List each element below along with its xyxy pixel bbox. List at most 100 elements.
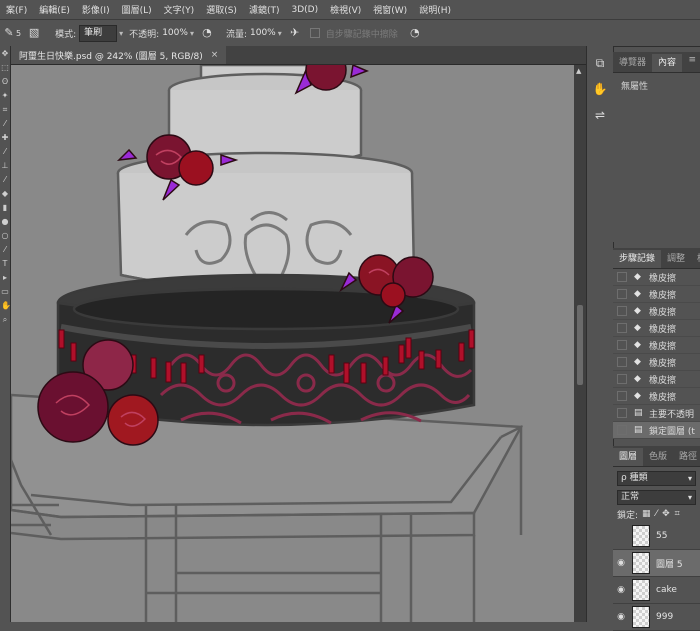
history-item[interactable]: ◆ 橡皮擦 [613, 337, 700, 354]
tool-preset-icon[interactable]: ✎ [2, 26, 16, 40]
history-checkbox[interactable] [617, 357, 627, 367]
history-checkbox[interactable] [617, 374, 627, 384]
stamp-tool-icon[interactable]: ⊥ [1, 162, 9, 170]
brush-tool-icon[interactable]: ⁄ [1, 148, 9, 156]
mode-select[interactable]: 筆刷 [79, 24, 118, 42]
crop-tool-icon[interactable]: ⌗ [1, 106, 9, 114]
hand-tool-icon[interactable]: ✋ [1, 302, 11, 310]
eye-icon[interactable]: ◉ [616, 612, 626, 622]
eye-icon[interactable]: ◉ [616, 585, 626, 595]
chevron-down-icon[interactable]: ▾ [688, 472, 692, 485]
menu-filter[interactable]: 濾鏡(T) [243, 3, 286, 16]
layers-tabs: 圖層 色版 路徑 [613, 446, 700, 467]
opacity-value[interactable]: 100% [162, 28, 188, 38]
tab-layers[interactable]: 圖層 [613, 448, 644, 466]
lock-transparent-icon[interactable]: ▦ [642, 509, 651, 519]
lock-paint-icon[interactable]: ⁄ [656, 509, 658, 519]
history-checkbox[interactable] [617, 408, 627, 418]
eyedropper-icon[interactable]: ⁄ [1, 120, 9, 128]
tab-adjustments[interactable]: 調整 [661, 250, 691, 268]
lasso-tool-icon[interactable]: ʘ [1, 78, 9, 86]
airbrush-icon[interactable]: ✈ [288, 26, 302, 40]
brush-panel-icon[interactable]: ▧ [27, 26, 41, 40]
zoom-tool-icon[interactable]: ⌕ [1, 316, 9, 324]
tab-channels[interactable]: 色版 [643, 448, 673, 466]
tab-navigator[interactable]: 導覽器 [613, 54, 652, 72]
gradient-tool-icon[interactable]: ▮ [1, 204, 9, 212]
erase-history-checkbox[interactable] [309, 28, 320, 38]
move-tool-icon[interactable]: ✥ [1, 50, 9, 58]
history-checkbox[interactable] [617, 289, 627, 299]
pen-tool-icon[interactable]: ⁄ [1, 246, 9, 254]
healing-icon[interactable]: ✚ [1, 134, 9, 142]
canvas-area[interactable] [11, 65, 574, 622]
layer-filter[interactable]: ρ 種類 ▾ [617, 471, 696, 486]
blend-mode-select[interactable]: 正常 ▾ [617, 490, 696, 505]
shape-tool-icon[interactable]: ▭ [1, 288, 9, 296]
menu-help[interactable]: 說明(H) [413, 3, 457, 16]
history-panel-icon[interactable]: ⧉ [591, 54, 609, 72]
layer-row[interactable]: 55 [613, 523, 700, 550]
history-checkbox[interactable] [617, 306, 627, 316]
chevron-down-icon[interactable]: ▾ [278, 29, 282, 38]
document-tab[interactable]: 阿璽生日快樂.psd @ 242% (圖層 5, RGB/8) × [11, 46, 227, 64]
history-tabs: 步驟記錄 調整 樣 [613, 248, 700, 269]
lock-artboard-icon[interactable]: ⌗ [675, 509, 680, 519]
flow-value[interactable]: 100% [250, 28, 276, 38]
tab-properties[interactable]: 內容 [652, 54, 683, 72]
pressure-size-icon[interactable]: ◔ [408, 26, 422, 40]
menu-layer[interactable]: 圖層(L) [116, 3, 158, 16]
lock-move-icon[interactable]: ✥ [662, 509, 670, 519]
quick-select-icon[interactable]: ✦ [1, 92, 9, 100]
marquee-tool-icon[interactable]: ⬚ [1, 64, 9, 72]
pressure-opacity-icon[interactable]: ◔ [200, 26, 214, 40]
history-checkbox[interactable] [617, 425, 627, 435]
menu-window[interactable]: 視窗(W) [367, 3, 413, 16]
history-item[interactable]: ◆ 橡皮擦 [613, 320, 700, 337]
history-item[interactable]: ◆ 橡皮擦 [613, 269, 700, 286]
type-tool-icon[interactable]: T [1, 260, 9, 268]
menu-3d[interactable]: 3D(D) [285, 5, 324, 15]
history-item[interactable]: ◆ 橡皮擦 [613, 286, 700, 303]
scroll-thumb[interactable] [577, 305, 583, 385]
history-item[interactable]: ◆ 橡皮擦 [613, 388, 700, 405]
tab-paths[interactable]: 路徑 [673, 448, 700, 466]
history-item[interactable]: ◆ 橡皮擦 [613, 303, 700, 320]
tab-styles[interactable]: 樣 [691, 250, 700, 268]
menu-image[interactable]: 影像(I) [76, 3, 116, 16]
menu-view[interactable]: 檢視(V) [324, 3, 367, 16]
menu-select[interactable]: 選取(S) [200, 3, 243, 16]
scroll-up-icon[interactable]: ▲ [576, 67, 581, 75]
eye-icon[interactable]: ◉ [616, 558, 626, 568]
dodge-tool-icon[interactable]: ○ [1, 232, 9, 240]
adjustments-icon[interactable]: ⇌ [591, 106, 609, 124]
history-checkbox[interactable] [617, 323, 627, 333]
layer-row[interactable]: ◉ 999 [613, 604, 700, 631]
history-item-active[interactable]: ▤ 鎖定圖層 (t [613, 422, 700, 439]
history-item[interactable]: ◆ 橡皮擦 [613, 371, 700, 388]
chevron-down-icon[interactable]: ▾ [190, 29, 194, 38]
document-icon: ▤ [634, 425, 643, 435]
close-icon[interactable]: × [211, 50, 219, 60]
history-brush-icon[interactable]: ⁄ [1, 176, 9, 184]
history-checkbox[interactable] [617, 272, 627, 282]
tab-history[interactable]: 步驟記錄 [613, 250, 662, 268]
chevron-down-icon[interactable]: ▾ [688, 491, 692, 504]
menu-type[interactable]: 文字(Y) [158, 3, 201, 16]
layer-row-selected[interactable]: ◉ 圖層 5 [613, 550, 700, 577]
eraser-tool-icon[interactable]: ◆ [1, 190, 9, 198]
brush-settings-icon[interactable]: ✋ [591, 80, 609, 98]
canvas-scrollbar[interactable]: ▲ [574, 65, 586, 622]
blur-tool-icon[interactable]: ● [1, 218, 9, 226]
menu-edit[interactable]: 編輯(E) [33, 3, 76, 16]
history-checkbox[interactable] [617, 391, 627, 401]
path-select-icon[interactable]: ▸ [1, 274, 9, 282]
chevron-down-icon[interactable]: ▾ [119, 29, 123, 38]
panel-menu-icon[interactable]: ≡ [688, 55, 696, 65]
menu-file[interactable]: 案(F) [0, 3, 33, 16]
history-item[interactable]: ◆ 橡皮擦 [613, 354, 700, 371]
history-checkbox[interactable] [617, 340, 627, 350]
layer-row[interactable]: ◉ cake [613, 577, 700, 604]
brush-size[interactable]: 5 [16, 29, 21, 38]
history-item[interactable]: ▤ 主要不透明 [613, 405, 700, 422]
